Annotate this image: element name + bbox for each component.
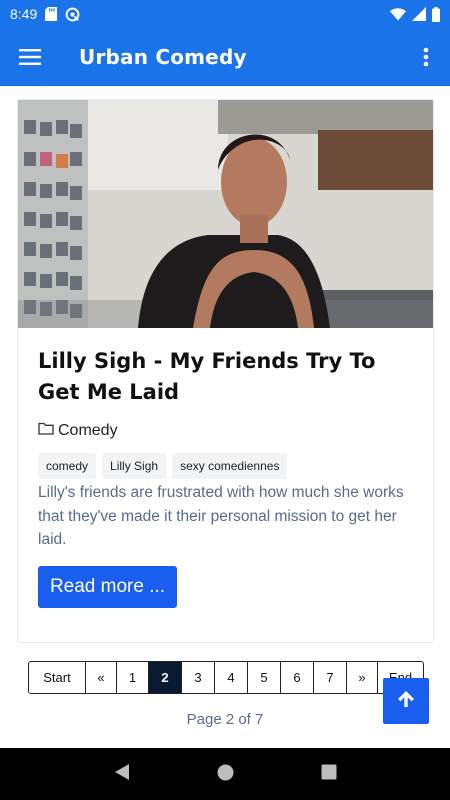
tag-chip[interactable]: comedy: [38, 453, 97, 479]
folder-icon: [38, 422, 54, 440]
hamburger-menu-icon[interactable]: [0, 28, 60, 86]
page-2[interactable]: 2: [148, 662, 181, 693]
recents-icon[interactable]: [321, 764, 337, 784]
tag-chip[interactable]: sexy comediennes: [172, 453, 288, 479]
tag-list: comedy Lilly Sigh sexy comediennes: [38, 453, 288, 479]
system-nav-bar: [0, 748, 450, 800]
home-icon[interactable]: [217, 764, 234, 785]
page-3[interactable]: 3: [181, 662, 214, 693]
page-prev[interactable]: «: [85, 662, 116, 693]
battery-icon: [432, 6, 440, 22]
back-icon[interactable]: [114, 763, 130, 785]
app-title: Urban Comedy: [79, 45, 247, 69]
status-time: 8:49: [10, 6, 38, 22]
sync-icon: [65, 7, 80, 22]
read-more-button[interactable]: Read more ...: [38, 566, 177, 608]
post-card: Lilly Sigh - My Friends Try To Get Me La…: [17, 99, 434, 643]
post-title[interactable]: Lilly Sigh - My Friends Try To Get Me La…: [38, 346, 418, 408]
wifi-icon: [390, 7, 406, 21]
content-area: Lilly Sigh - My Friends Try To Get Me La…: [0, 86, 450, 748]
signal-icon: [412, 7, 426, 21]
page-7[interactable]: 7: [313, 662, 346, 693]
category-label: Comedy: [58, 422, 118, 439]
post-thumbnail[interactable]: [18, 100, 433, 328]
status-bar: 8:49: [0, 0, 450, 28]
post-excerpt: Lilly's friends are frustrated with how …: [38, 484, 404, 548]
tag-chip[interactable]: Lilly Sigh: [102, 453, 167, 479]
page-5[interactable]: 5: [247, 662, 280, 693]
pagination: Start « 1 2 3 4 5 6 7 » End: [28, 661, 424, 694]
page-4[interactable]: 4: [214, 662, 247, 693]
page-next[interactable]: »: [346, 662, 377, 693]
page-1[interactable]: 1: [116, 662, 148, 693]
sd-card-icon: [45, 7, 58, 21]
post-category[interactable]: Comedy: [38, 422, 118, 440]
app-bar: Urban Comedy: [0, 28, 450, 86]
page-start[interactable]: Start: [29, 662, 85, 693]
arrow-up-icon: [396, 689, 416, 713]
more-vert-icon[interactable]: [402, 28, 450, 86]
page-6[interactable]: 6: [280, 662, 313, 693]
scroll-to-top-button[interactable]: [383, 678, 429, 724]
